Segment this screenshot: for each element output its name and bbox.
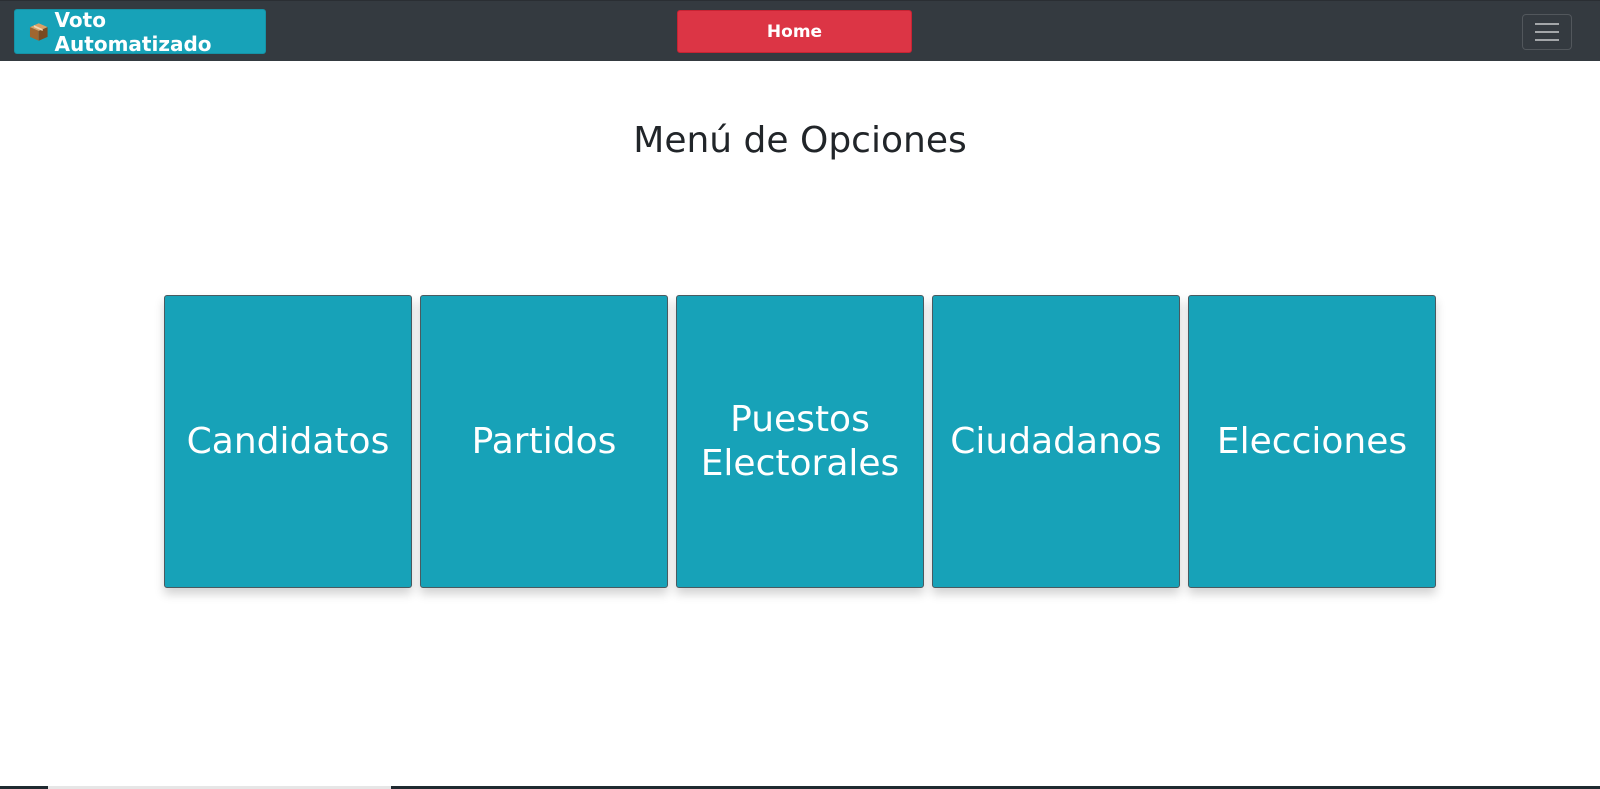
card-label: Candidatos (186, 420, 390, 462)
home-button[interactable]: Home (677, 10, 912, 53)
card-elecciones[interactable]: Elecciones (1188, 295, 1436, 588)
home-button-label: Home (766, 21, 823, 42)
navbar-toggler-button[interactable] (1522, 14, 1572, 50)
card-candidatos[interactable]: Candidatos (164, 295, 412, 588)
card-label: Ciudadanos (950, 420, 1162, 462)
package-icon (29, 22, 48, 41)
hamburger-menu-icon-line (1535, 39, 1559, 41)
brand-button[interactable]: Voto Automatizado (14, 7, 266, 56)
card-partidos[interactable]: Partidos (420, 295, 668, 588)
brand-label: Voto Automatizado (54, 7, 212, 56)
hamburger-menu-icon-line (1535, 31, 1559, 33)
card-label: Partidos (471, 420, 617, 462)
card-label: Puestos Electorales (700, 399, 900, 484)
card-label: Elecciones (1216, 420, 1408, 462)
card-ciudadanos[interactable]: Ciudadanos (932, 295, 1180, 588)
top-navbar: Voto Automatizado Home (0, 0, 1600, 61)
options-menu: Candidatos Partidos Puestos Electorales … (164, 295, 1436, 588)
page-title: Menú de Opciones (633, 120, 967, 161)
hamburger-menu-icon (1535, 23, 1559, 25)
card-puestos-electorales[interactable]: Puestos Electorales (676, 295, 924, 588)
